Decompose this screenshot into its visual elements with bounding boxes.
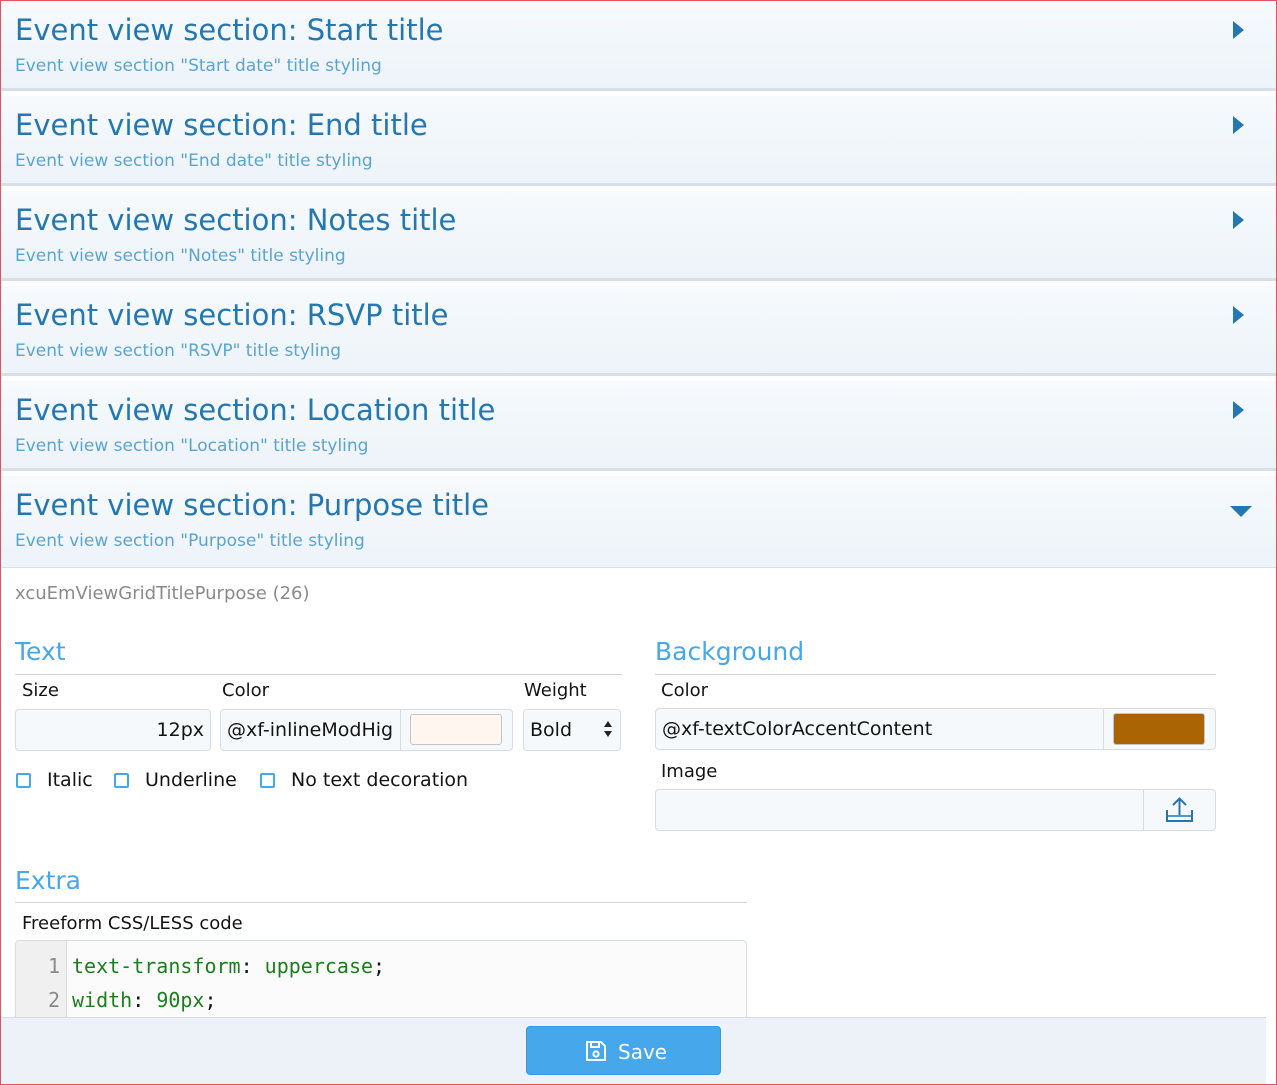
section-description: Event view section "RSVP" title styling (15, 341, 342, 361)
weight-value: Bold (530, 719, 572, 741)
chevron-right-icon[interactable] (1233, 211, 1244, 229)
line-number: 2 (47, 988, 60, 1012)
divider (15, 674, 622, 675)
save-button[interactable]: Save (526, 1026, 721, 1075)
image-url-input[interactable] (655, 789, 1216, 831)
extra-group-heading: Extra (15, 866, 81, 895)
image-label: Image (661, 761, 718, 782)
css-property: text-transform (72, 954, 241, 978)
italic-checkbox[interactable] (16, 773, 31, 788)
code-label: Freeform CSS/LESS code (22, 913, 243, 934)
no-text-decoration-checkbox[interactable] (260, 773, 275, 788)
divider (15, 902, 747, 903)
section-title: Event view section: RSVP title (15, 298, 449, 332)
background-color-label: Color (661, 680, 708, 701)
background-group-heading: Background (655, 637, 805, 666)
section-title: Event view section: Start title (15, 13, 444, 47)
section-description: Event view section "Start date" title st… (15, 56, 382, 76)
text-group-heading: Text (15, 637, 66, 666)
code-line[interactable]: text-transform: uppercase; (72, 954, 385, 978)
chevron-right-icon[interactable] (1233, 116, 1244, 134)
section-location-title[interactable]: Event view section: Location title Event… (1, 381, 1276, 471)
section-start-title[interactable]: Event view section: Start title Event vi… (1, 1, 1276, 91)
size-label: Size (22, 680, 59, 701)
css-value: uppercase (264, 954, 374, 978)
save-label: Save (618, 1040, 668, 1064)
section-description: Event view section "Location" title styl… (15, 436, 369, 456)
section-description: Event view section "End date" title styl… (15, 151, 373, 171)
background-color-swatch[interactable] (1113, 713, 1205, 745)
section-end-title[interactable]: Event view section: End title Event view… (1, 96, 1276, 186)
css-value: 90px (156, 988, 205, 1012)
section-purpose-title[interactable]: Event view section: Purpose title Event … (1, 476, 1276, 568)
no-text-decoration-label[interactable]: No text decoration (291, 769, 468, 791)
underline-label[interactable]: Underline (145, 769, 237, 791)
section-title: Event view section: End title (15, 108, 428, 142)
section-rsvp-title[interactable]: Event view section: RSVP title Event vie… (1, 286, 1276, 376)
line-number: 1 (47, 954, 60, 978)
text-color-swatch[interactable] (410, 714, 502, 745)
chevron-right-icon[interactable] (1233, 306, 1244, 324)
weight-select[interactable]: Bold (523, 709, 621, 751)
size-value: 12px (156, 719, 204, 741)
weight-label: Weight (524, 680, 587, 701)
section-description: Event view section "Purpose" title styli… (15, 531, 365, 551)
divider (655, 674, 1216, 675)
section-title: Event view section: Notes title (15, 203, 457, 237)
size-input[interactable]: 12px (15, 709, 211, 751)
section-title: Event view section: Location title (15, 393, 496, 427)
chevron-right-icon[interactable] (1233, 21, 1244, 39)
section-title: Event view section: Purpose title (15, 488, 490, 522)
style-property-identifier: xcuEmViewGridTitlePurpose (26) (15, 583, 310, 604)
text-color-label: Color (222, 680, 269, 701)
upload-icon (1166, 797, 1193, 822)
save-icon (586, 1041, 606, 1061)
sort-down-icon (604, 731, 612, 737)
background-color-value: @xf-textColorAccentContent (662, 718, 933, 740)
chevron-down-icon[interactable] (1230, 506, 1252, 517)
underline-checkbox[interactable] (114, 773, 129, 788)
upload-button[interactable] (1144, 790, 1215, 830)
divider (400, 710, 401, 750)
code-line[interactable]: width: 90px; (72, 988, 217, 1012)
italic-label[interactable]: Italic (47, 769, 93, 791)
chevron-right-icon[interactable] (1233, 401, 1244, 419)
section-notes-title[interactable]: Event view section: Notes title Event vi… (1, 191, 1276, 281)
sort-up-icon (604, 721, 612, 727)
css-property: width (72, 988, 133, 1012)
text-color-value: @xf-inlineModHig (227, 719, 394, 741)
divider (1103, 709, 1104, 749)
section-description: Event view section "Notes" title styling (15, 246, 346, 266)
